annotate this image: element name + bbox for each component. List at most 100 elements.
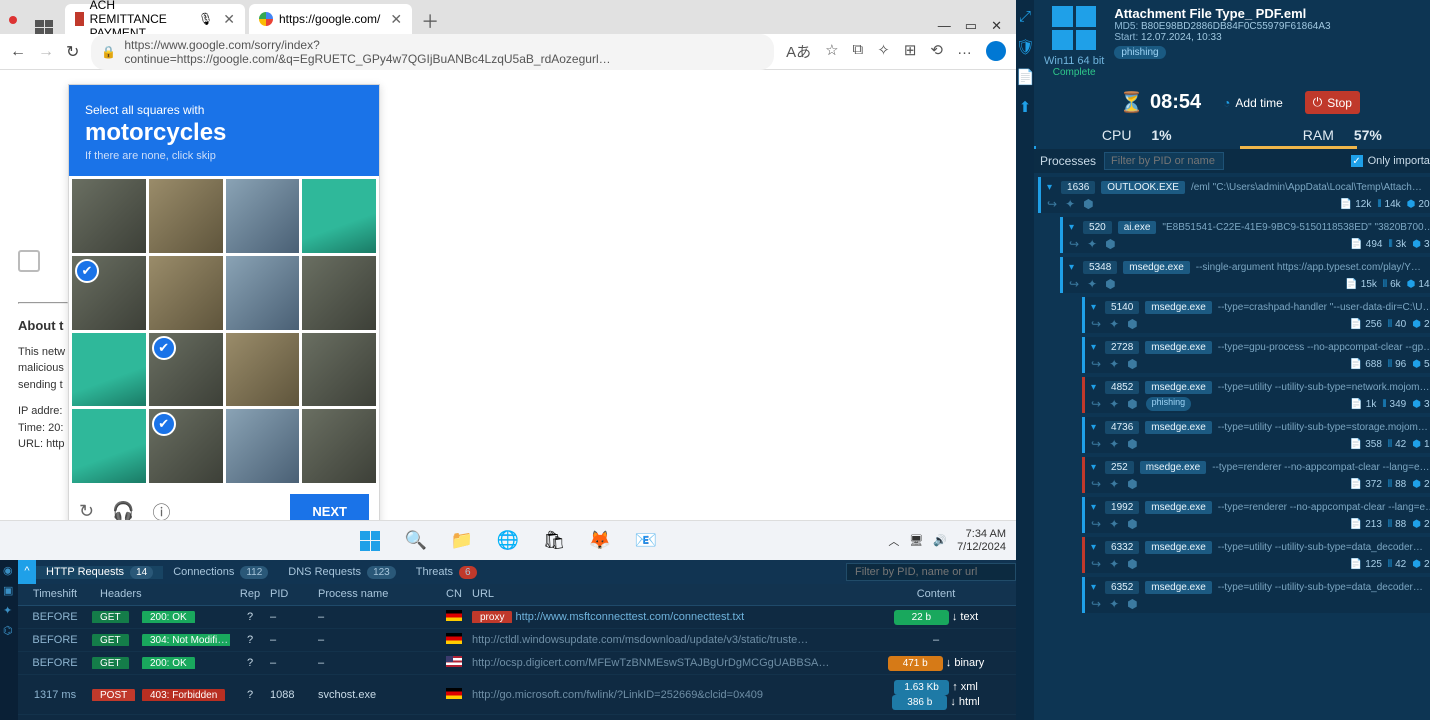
process-row[interactable]: ▾520ai.exe"E8B51541-C22E-41E9-9BC9-51501… [1060,217,1430,253]
leaf-icon[interactable]: ✦ [3,604,15,616]
upload-icon[interactable]: ⬆ [1016,98,1034,116]
window-close-button[interactable]: ✕ [991,18,1002,34]
browser-address-bar: ← → ↻ 🔒 https://www.google.com/sorry/ind… [0,34,1016,70]
process-row[interactable]: ▾252msedge.exe--type=renderer --no-appco… [1082,457,1430,493]
expand-icon[interactable]: ⤢ [1016,8,1034,26]
firefox-icon[interactable]: 🦊 [588,529,612,553]
close-icon[interactable]: ✕ [390,11,402,28]
back-button[interactable]: ← [10,43,26,61]
process-row[interactable]: ▾1992msedge.exe--type=renderer --no-appc… [1082,497,1430,533]
stop-button[interactable]: ⏻Stop [1305,91,1360,114]
process-row[interactable]: ▾6352msedge.exe--type=utility --utility-… [1082,577,1430,613]
process-row[interactable]: ▾4736msedge.exe--type=utility --utility-… [1082,417,1430,453]
http-row[interactable]: 1317 msPOST403: Forbidden?1088svchost.ex… [18,675,1016,715]
close-icon[interactable]: ✕ [223,11,235,28]
start-button[interactable] [358,529,382,553]
favorite-icon[interactable]: ☆ [825,41,838,62]
more-icon[interactable]: … [957,41,972,62]
edge-icon[interactable]: 🌐 [496,529,520,553]
globe-icon[interactable]: ◉ [3,564,15,576]
only-important-toggle[interactable]: ✓Only important [1351,155,1430,167]
url-text: https://www.google.com/sorry/index?conti… [124,38,764,66]
network-icon[interactable]: 🖥 [909,534,923,547]
http-tab[interactable]: Connections112 [163,566,278,579]
reload-button[interactable]: ↻ [66,42,79,62]
new-tab-button[interactable]: ＋ [416,8,444,34]
clock-icon: ◔ [1223,96,1230,110]
tab-google[interactable]: https://google.com/ ✕ [249,4,412,34]
captcha-cell[interactable] [302,409,376,483]
tray-clock[interactable]: 7:34 AM 7/12/2024 [957,528,1006,553]
sound-icon[interactable]: 🔊 [933,534,947,547]
captcha-cell[interactable] [72,333,146,407]
captcha-cell[interactable] [226,179,300,253]
browser-tabbar: ACH REMITTANCE PAYMENT 🎙 ✕ https://googl… [0,0,1016,34]
captcha-cell[interactable] [149,179,223,253]
lock-icon: 🔒 [101,45,116,59]
power-icon: ⏻ [1313,95,1323,110]
explorer-icon[interactable]: 📁 [450,529,474,553]
captcha-cell[interactable] [149,256,223,330]
chevron-up-icon[interactable]: ︿ [888,533,899,549]
cpu-gauge: CPU 1% [1034,121,1240,149]
shield-icon[interactable]: 🛡 [1016,38,1034,56]
http-tab[interactable]: Threats6 [406,566,487,579]
process-row[interactable]: ▾5140msedge.exe--type=crashpad-handler "… [1082,297,1430,333]
collections-icon[interactable]: ✧ [877,41,890,62]
http-tab[interactable]: DNS Requests123 [278,566,405,579]
outlook-icon[interactable]: 📧 [634,529,658,553]
http-row[interactable]: BEFOREGET304: Not Modifi…?––http://ctldl… [18,629,1016,652]
recaptcha-checkbox[interactable] [18,250,40,272]
url-input[interactable]: 🔒 https://www.google.com/sorry/index?con… [91,34,774,70]
add-time-button[interactable]: ◔Add time [1215,92,1291,114]
captcha-cell[interactable] [72,409,146,483]
captcha-cell[interactable] [302,256,376,330]
captcha-cell[interactable] [302,333,376,407]
captcha-cell[interactable] [226,256,300,330]
captcha-cell[interactable] [72,179,146,253]
process-row[interactable]: ▾1636OUTLOOK.EXE/eml "C:\Users\admin\App… [1038,177,1430,213]
process-row[interactable]: ▾4852msedge.exe--type=utility --utility-… [1082,377,1430,413]
windows-taskbar: 🔍 📁 🌐 🛍 🦊 📧 ︿ 🖥 🔊 7:34 AM 7/12/2024 [0,520,1016,560]
search-icon[interactable]: 🔍 [404,529,428,553]
refresh-icon[interactable]: ↻ [79,501,94,522]
copilot-icon[interactable] [986,41,1006,61]
cube-icon[interactable]: ▣ [3,584,15,596]
http-tab[interactable]: HTTP Requests14 [36,566,163,579]
tab-title: https://google.com/ [279,12,380,26]
tab-mic-icon: 🎙 [198,12,213,26]
window-max-button[interactable]: ▭ [965,18,977,34]
process-filter-input[interactable] [1104,152,1224,170]
captcha-cell[interactable] [149,333,223,407]
phishing-tag[interactable]: phishing [1114,46,1165,59]
captcha-card: Select all squares with motorcycles If t… [68,84,380,538]
file-icon[interactable]: 📄 [1016,68,1034,86]
http-row[interactable]: BEFOREGET200: OK?––proxy http://www.msft… [18,606,1016,629]
store-icon[interactable]: 🛍 [542,529,566,553]
captcha-cell[interactable] [226,409,300,483]
window-min-button[interactable]: — [938,18,951,34]
os-logo-icon [1052,6,1096,50]
behind-content: About t This netw malicious sending t IP… [18,250,68,453]
ram-gauge: RAM 57% [1240,121,1430,149]
bug-icon[interactable]: ⌬ [3,624,15,636]
collapse-button[interactable]: ^ [18,560,36,584]
translate-icon[interactable]: Aあ [786,41,811,62]
process-row[interactable]: ▾5348msedge.exe--single-argument https:/… [1060,257,1430,293]
audio-icon[interactable]: 🎧 [112,501,134,522]
http-row[interactable]: BEFOREGET200: OK?––http://ocsp.digicert.… [18,652,1016,675]
http-columns: Timeshift Headers Rep PID Process name C… [18,584,1016,606]
captcha-cell[interactable] [302,179,376,253]
process-row[interactable]: ▾6332msedge.exe--type=utility --utility-… [1082,537,1430,573]
processes-label: Processes [1040,154,1096,168]
captcha-cell[interactable] [226,333,300,407]
extensions-icon[interactable]: ⊞ [904,41,917,62]
http-filter-input[interactable] [846,563,1016,581]
workspaces-icon[interactable] [35,20,53,34]
tab-ach[interactable]: ACH REMITTANCE PAYMENT 🎙 ✕ [65,4,245,34]
captcha-cell[interactable] [72,256,146,330]
split-icon[interactable]: ⧉ [853,41,864,62]
sync-icon[interactable]: ⟲ [930,41,943,62]
process-row[interactable]: ▾2728msedge.exe--type=gpu-process --no-a… [1082,337,1430,373]
captcha-cell[interactable] [149,409,223,483]
